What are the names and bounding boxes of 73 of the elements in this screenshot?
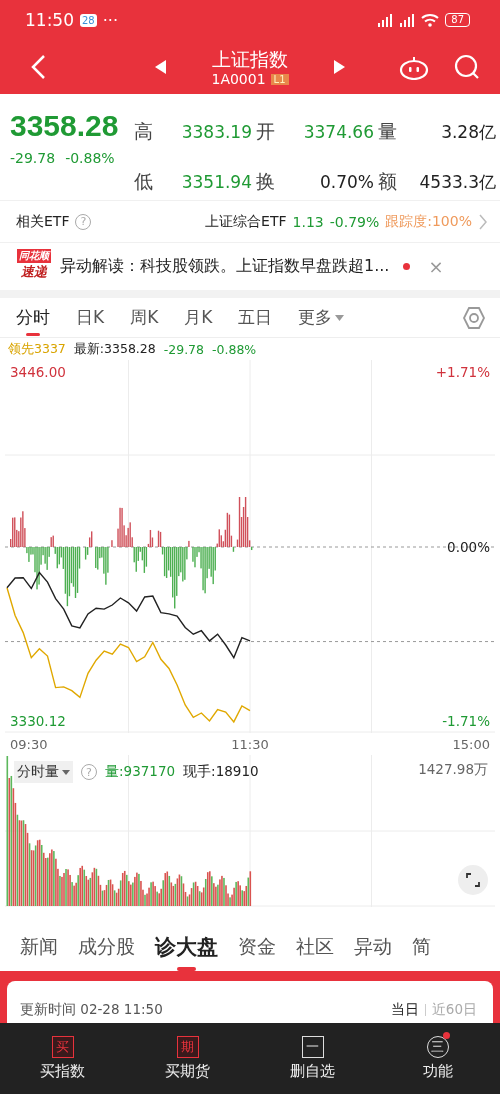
stat-value: 0.70% bbox=[319, 172, 375, 192]
battery-icon: 87 bbox=[445, 13, 470, 27]
chart-tab[interactable]: 周K bbox=[130, 297, 159, 338]
percent-change: -0.88% bbox=[212, 341, 257, 357]
stat-label: 额 bbox=[378, 169, 398, 194]
section-tab[interactable]: 新闻 bbox=[20, 923, 58, 971]
stock-code: 1A0001 bbox=[211, 71, 266, 87]
toolbar-button[interactable]: 三 功能 bbox=[375, 1036, 500, 1081]
axis-label: 1427.98万 bbox=[418, 761, 488, 779]
axis-label: +1.71% bbox=[435, 364, 490, 380]
axis-label: 09:30 bbox=[10, 736, 48, 752]
stat-label: 高 bbox=[134, 119, 154, 144]
axis-label: 15:00 bbox=[452, 736, 490, 752]
logo-text: 同花顺 bbox=[17, 248, 51, 263]
section-tab[interactable]: 资金 bbox=[238, 923, 276, 971]
tracking-rate: 跟踪度:100% bbox=[385, 212, 472, 231]
page-title: 上证指数 bbox=[212, 47, 288, 71]
toolbar-button[interactable]: 期 买期货 bbox=[125, 1036, 250, 1081]
chart-tab[interactable]: 日K bbox=[76, 297, 105, 338]
etf-price: 1.13 bbox=[292, 213, 324, 230]
stat-value: 4533.3亿 bbox=[418, 170, 497, 194]
toolbar-button[interactable]: 买 买指数 bbox=[0, 1036, 125, 1081]
update-time: 更新时间 02-28 11:50 bbox=[20, 1001, 163, 1019]
axis-label: 3446.00 bbox=[10, 364, 66, 380]
etf-label: 相关ETF bbox=[16, 212, 70, 231]
toolbar-icon: 买 bbox=[51, 1036, 74, 1058]
toolbar-label: 买指数 bbox=[40, 1062, 85, 1081]
toolbar-button[interactable]: 一 删自选 bbox=[250, 1036, 375, 1081]
stat-value: 3.28亿 bbox=[440, 120, 497, 144]
etf-row[interactable]: 相关ETF ? 上证综合ETF 1.13 -0.79% 跟踪度:100% bbox=[0, 200, 500, 242]
price-change: -29.78 bbox=[10, 150, 56, 166]
stat-value: 3383.19 bbox=[180, 122, 253, 142]
stat-label: 换 bbox=[256, 169, 276, 194]
price-change: -29.78 bbox=[163, 341, 204, 357]
axis-label: 11:30 bbox=[231, 736, 269, 752]
etf-name: 上证综合ETF bbox=[205, 212, 287, 231]
toolbar-label: 买期货 bbox=[165, 1062, 210, 1081]
section-tab[interactable]: 社区 bbox=[296, 923, 334, 971]
stat-label: 量 bbox=[378, 119, 398, 144]
clock-time: 11:50 bbox=[25, 10, 74, 30]
toolbar-icon: 期 bbox=[176, 1036, 199, 1058]
calendar-icon: 28 bbox=[80, 13, 97, 27]
toolbar-icon: 一 bbox=[301, 1036, 324, 1058]
indicator-dropdown[interactable]: 分时量 bbox=[14, 761, 73, 783]
volume-value: 量:937170 bbox=[105, 763, 176, 781]
news-headline[interactable]: 异动解读：科技股领跌。上证指数早盘跌超1... bbox=[60, 256, 390, 277]
current-volume: 现手:18910 bbox=[183, 763, 259, 781]
latest-price: 最新:3358.28 bbox=[73, 340, 156, 358]
toolbar-label: 删自选 bbox=[290, 1062, 335, 1081]
chart-tab[interactable]: 月K bbox=[184, 297, 213, 338]
chart-tab[interactable]: 五日 bbox=[238, 297, 273, 338]
axis-label: 3330.12 bbox=[10, 713, 66, 729]
percent-change: -0.88% bbox=[65, 150, 115, 166]
etf-change: -0.79% bbox=[329, 213, 380, 230]
lead-index: 领先3337 bbox=[8, 340, 66, 358]
more-notifications-icon: ··· bbox=[102, 10, 118, 30]
axis-label: -1.71% bbox=[442, 713, 490, 729]
toolbar-label: 功能 bbox=[422, 1062, 453, 1081]
level-badge: L1 bbox=[270, 73, 289, 85]
logo-text: 速递 bbox=[21, 262, 47, 281]
section-tab[interactable]: 简 bbox=[412, 923, 431, 971]
section-tab[interactable]: 异动 bbox=[354, 923, 392, 971]
stat-value: 3374.66 bbox=[302, 122, 375, 142]
stat-label: 低 bbox=[134, 169, 154, 194]
current-price: 3358.28 bbox=[10, 108, 119, 144]
range-tab[interactable]: 当日 bbox=[390, 1001, 419, 1019]
stat-label: 开 bbox=[256, 119, 276, 144]
chart-tab[interactable]: 分时 bbox=[16, 297, 50, 338]
more-menu[interactable]: 更多 bbox=[298, 297, 345, 338]
section-tab[interactable]: 成分股 bbox=[78, 923, 135, 971]
section-tab[interactable]: 诊大盘 bbox=[155, 923, 218, 971]
stat-value: 3351.94 bbox=[180, 172, 253, 192]
axis-label: 0.00% bbox=[447, 539, 490, 555]
